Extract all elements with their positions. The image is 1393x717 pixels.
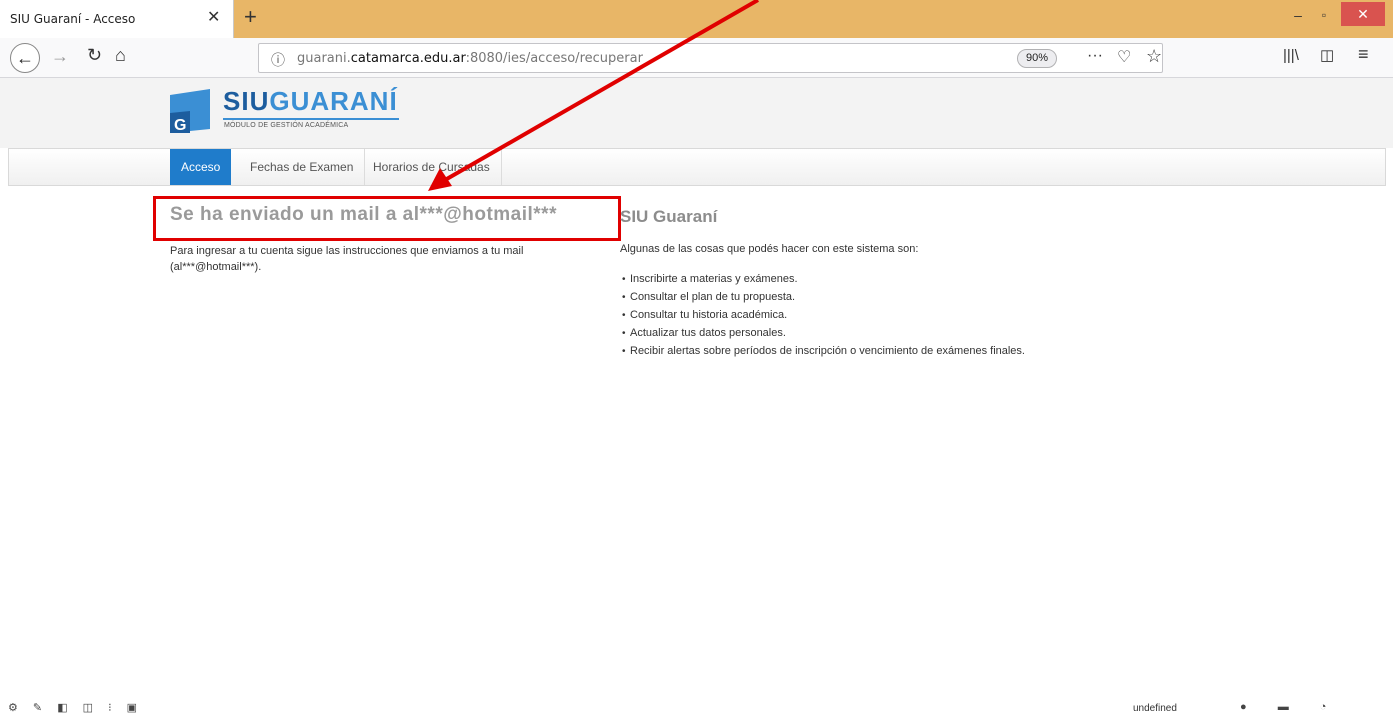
url-text[interactable]: guarani.catamarca.edu.ar:8080/ies/acceso… [297,51,643,66]
browser-nav-bar: ← → ↻ ⌂ ⓘ guarani.catamarca.edu.ar:8080/… [0,38,1393,78]
status-left-icons[interactable]: ⚙ ✎ ◧ ◫ ⁝ ▣ [8,701,143,714]
site-menu-bar: Acceso Fechas de Examen Horarios de Curs… [8,148,1386,186]
bullet-icon: • [622,310,626,321]
status-right-icons[interactable]: ● ▬ ◔ [1240,701,1340,713]
logo-underline [223,118,399,120]
forward-arrow-icon[interactable]: → [51,46,69,67]
url-suffix: :8080/ies/acceso/recuperar [465,51,643,66]
features-list: • Inscribirte a materias y exámenes. • Con… [622,270,1025,360]
bookmark-star-icon[interactable]: ☆ [1146,46,1162,67]
pocket-icon[interactable]: ♡ [1117,47,1131,67]
list-item: • Consultar tu historia académica. [622,306,1025,324]
browser-tab-bar: SIU Guaraní - Acceso ✕ + – ▫ ✕ [0,0,1393,38]
site-header: G SIUGUARANÍ MÓDULO DE GESTIÓN ACADÉMICA [0,78,1393,148]
zoom-level-badge[interactable]: 90% [1017,49,1057,68]
window-maximize-button[interactable]: ▫ [1313,4,1335,26]
bullet-icon: • [622,328,626,339]
url-domain: catamarca.edu.ar [350,51,466,66]
bullet-icon: • [622,346,626,357]
siu-logo-icon: G [170,89,210,133]
url-prefix: guarani. [297,51,351,66]
annotation-highlight-box [153,196,621,241]
list-item: • Consultar el plan de tu propuesta. [622,288,1025,306]
tab-title: SIU Guaraní - Acceso [10,12,136,26]
library-icon[interactable]: |||\ [1283,47,1299,64]
logo-guarani: GUARANÍ [269,86,398,116]
sidebar-icon[interactable]: ◫ [1320,46,1334,64]
list-item: • Inscribirte a materias y exámenes. [622,270,1025,288]
menu-item-horarios-cursadas[interactable]: Horarios de Cursadas [362,149,502,185]
site-info-icon[interactable]: ⓘ [271,50,285,70]
bullet-icon: • [622,292,626,303]
more-actions-icon[interactable]: ··· [1087,47,1103,65]
logo-siu: SIU [223,86,270,116]
logo-letter: G [174,117,186,133]
window-close-button[interactable]: ✕ [1341,2,1385,26]
back-arrow-icon[interactable]: ← [10,43,40,73]
logo-subtitle: MÓDULO DE GESTIÓN ACADÉMICA [224,122,349,129]
features-intro: Algunas de las cosas que podés hacer con… [620,243,919,255]
status-text: undefined [1133,703,1177,714]
new-tab-button[interactable]: + [244,4,257,30]
hamburger-menu-icon[interactable]: ≡ [1358,44,1369,65]
menu-item-acceso[interactable]: Acceso [170,149,232,185]
tab-close-icon[interactable]: ✕ [207,8,220,28]
instructions-line-1: Para ingresar a tu cuenta sigue las inst… [170,245,524,257]
instructions-line-2: (al***@hotmail***). [170,261,262,273]
list-item: • Actualizar tus datos personales. [622,324,1025,342]
mail-sent-instructions: Para ingresar a tu cuenta sigue las inst… [170,243,600,275]
window-minimize-button[interactable]: – [1287,4,1309,26]
home-icon[interactable]: ⌂ [115,45,126,66]
bullet-icon: • [622,274,626,285]
reload-icon[interactable]: ↻ [87,45,102,66]
bottom-status-bar: ⚙ ✎ ◧ ◫ ⁝ ▣ undefined ● ▬ ◔ [0,700,1393,717]
site-logo-text[interactable]: SIUGUARANÍ [223,86,398,117]
list-item: • Recibir alertas sobre períodos de inscr… [622,342,1025,360]
browser-tab[interactable]: SIU Guaraní - Acceso ✕ [0,0,234,38]
siu-guarani-heading: SIU Guaraní [620,207,718,226]
menu-item-fechas-examen[interactable]: Fechas de Examen [239,149,366,185]
url-bar[interactable]: ⓘ guarani.catamarca.edu.ar:8080/ies/acce… [258,43,1163,73]
